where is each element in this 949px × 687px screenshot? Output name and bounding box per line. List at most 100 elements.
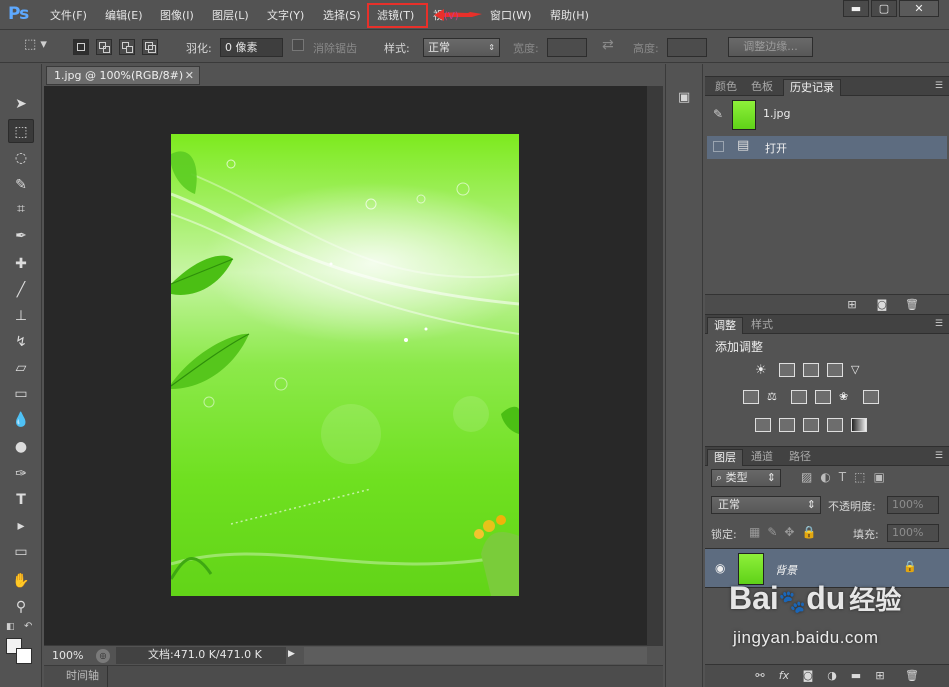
gradient-tool-icon[interactable]: ▭ [8,382,34,406]
status-info-icon[interactable]: ◎ [96,649,110,663]
photo-filter-icon[interactable] [815,390,831,404]
clone-stamp-tool-icon[interactable]: ⊥ [8,304,34,328]
hand-tool-icon[interactable]: ✋ [8,569,34,593]
add-selection-mode-icon[interactable] [96,39,112,55]
threshold-icon[interactable] [803,418,819,432]
new-selection-mode-icon[interactable] [73,39,89,55]
history-state-row[interactable]: ▤ 打开 [707,136,947,159]
tab-color[interactable]: 颜色 [709,79,743,96]
document-image[interactable] [171,134,519,596]
timeline-tab-label[interactable]: 时间轴 [58,666,108,687]
layer-filter-icons[interactable]: ▨◐T⬚▣ [801,470,893,484]
height-input[interactable] [667,38,707,57]
tab-layers[interactable]: 图层 [707,449,743,466]
new-document-from-state-icon[interactable]: ⊞ [845,299,859,311]
tab-history[interactable]: 历史记录 [783,79,841,96]
eraser-tool-icon[interactable]: ▱ [8,356,34,380]
levels-icon[interactable] [779,363,795,377]
tab-swatches[interactable]: 色板 [745,79,779,96]
default-colors-icon[interactable]: ◧ [6,622,15,632]
type-tool-icon[interactable]: T [8,488,34,512]
refine-edge-button[interactable]: 调整边缘... [728,37,813,57]
style-select[interactable]: 正常 ⇕ [423,38,500,57]
posterize-icon[interactable] [779,418,795,432]
lock-option-icons[interactable]: ▦✎✥🔒 [749,525,823,539]
width-input[interactable] [547,38,587,57]
subtract-selection-mode-icon[interactable] [119,39,135,55]
menu-window[interactable]: 窗口(W) [490,7,531,23]
blur-tool-icon[interactable]: 💧 [8,408,34,432]
panel-menu-icon[interactable]: ☰ [935,319,943,329]
menu-layer[interactable]: 图层(L) [212,7,249,23]
pen-tool-icon[interactable]: ✑ [8,462,34,486]
status-menu-arrow-icon[interactable]: ▶ [288,649,295,659]
menu-file[interactable]: 文件(F) [50,7,87,23]
selective-color-icon[interactable] [827,418,843,432]
brightness-contrast-icon[interactable]: ☀ [755,363,771,378]
background-color-swatch[interactable] [16,648,32,664]
eyedropper-tool-icon[interactable]: ✒ [8,224,34,248]
watermark-brand-cn: 经验 [849,585,902,615]
vibrance-icon[interactable]: ▽ [851,363,867,377]
color-balance-icon[interactable]: ⚖ [767,390,783,404]
panel-menu-icon[interactable]: ☰ [935,451,943,461]
panel-menu-icon[interactable]: ☰ [935,81,943,91]
healing-brush-tool-icon[interactable]: ✚ [8,252,34,276]
opacity-input[interactable]: 100% [887,496,939,514]
vertical-scrollbar[interactable] [647,86,663,645]
rect-marquee-tool-icon[interactable]: ⬚ [8,119,34,143]
tab-channels[interactable]: 通道 [745,449,779,466]
channel-mixer-icon[interactable]: ❀ [839,390,855,404]
marquee-tool-preset-icon[interactable]: ⬚ ▾ [24,37,47,52]
exposure-icon[interactable] [827,363,843,377]
menu-type[interactable]: 文字(Y) [267,7,304,23]
quick-selection-tool-icon[interactable]: ✎ [8,173,34,197]
close-tab-icon[interactable]: ✕ [185,67,194,84]
path-selection-tool-icon[interactable]: ▸ [8,514,34,538]
black-white-icon[interactable] [791,390,807,404]
feather-input[interactable]: 0 像素 [220,38,283,57]
history-snapshot[interactable]: ✎ 1.jpg [707,98,947,132]
tab-styles[interactable]: 样式 [745,317,779,334]
menu-select[interactable]: 选择(S) [323,7,361,23]
history-brush-tool-icon[interactable]: ↯ [8,330,34,354]
history-collapsed-icon[interactable]: ▣ [678,90,690,105]
zoom-level[interactable]: 100% [52,649,83,662]
zoom-tool-icon[interactable]: ⚲ [8,595,34,619]
history-state-checkbox[interactable] [713,141,724,152]
layer-filter-select[interactable]: ⌕ 类型 ⇕ [711,469,781,487]
rectangle-shape-tool-icon[interactable]: ▭ [8,540,34,564]
blend-mode-select[interactable]: 正常 ⇕ [711,496,821,514]
history-brush-source-icon[interactable]: ✎ [713,107,723,121]
menu-image[interactable]: 图像(I) [160,7,194,23]
document-tab[interactable]: 1.jpg @ 100%(RGB/8#) ✕ [46,66,200,85]
menu-help[interactable]: 帮助(H) [550,7,589,23]
layer-name[interactable]: 背景 [775,562,797,578]
dodge-tool-icon[interactable]: ● [8,435,34,459]
move-tool-icon[interactable]: ➤ [8,92,34,116]
horizontal-scrollbar[interactable] [304,647,647,664]
gradient-map-icon[interactable] [851,418,867,432]
curves-icon[interactable] [803,363,819,377]
lasso-tool-icon[interactable]: ◌ [8,146,34,170]
menu-edit[interactable]: 编辑(E) [105,7,143,23]
invert-icon[interactable] [755,418,771,432]
tab-adjustments[interactable]: 调整 [707,317,743,334]
tab-paths[interactable]: 路径 [783,449,817,466]
intersect-selection-mode-icon[interactable] [142,39,158,55]
restore-button[interactable]: ▢ [871,0,897,17]
trash-icon[interactable]: 🗑 [905,299,919,311]
minimize-button[interactable]: ▬ [843,0,869,17]
camera-snapshot-icon[interactable]: ◙ [875,299,889,311]
hue-saturation-icon[interactable] [743,390,759,404]
crop-tool-icon[interactable]: ⌗ [8,197,34,221]
eye-visibility-icon[interactable]: ◉ [715,561,725,575]
swap-icon[interactable]: ⇄ [602,37,614,53]
brush-tool-icon[interactable]: ╱ [8,278,34,302]
fill-input[interactable]: 100% [887,524,939,542]
timeline-panel-tab[interactable]: 时间轴 [44,665,663,687]
close-window-button[interactable]: ✕ [899,0,939,17]
swap-colors-icon[interactable]: ↶ [24,621,32,632]
color-lookup-icon[interactable] [863,390,879,404]
antialias-checkbox[interactable] [292,39,304,51]
